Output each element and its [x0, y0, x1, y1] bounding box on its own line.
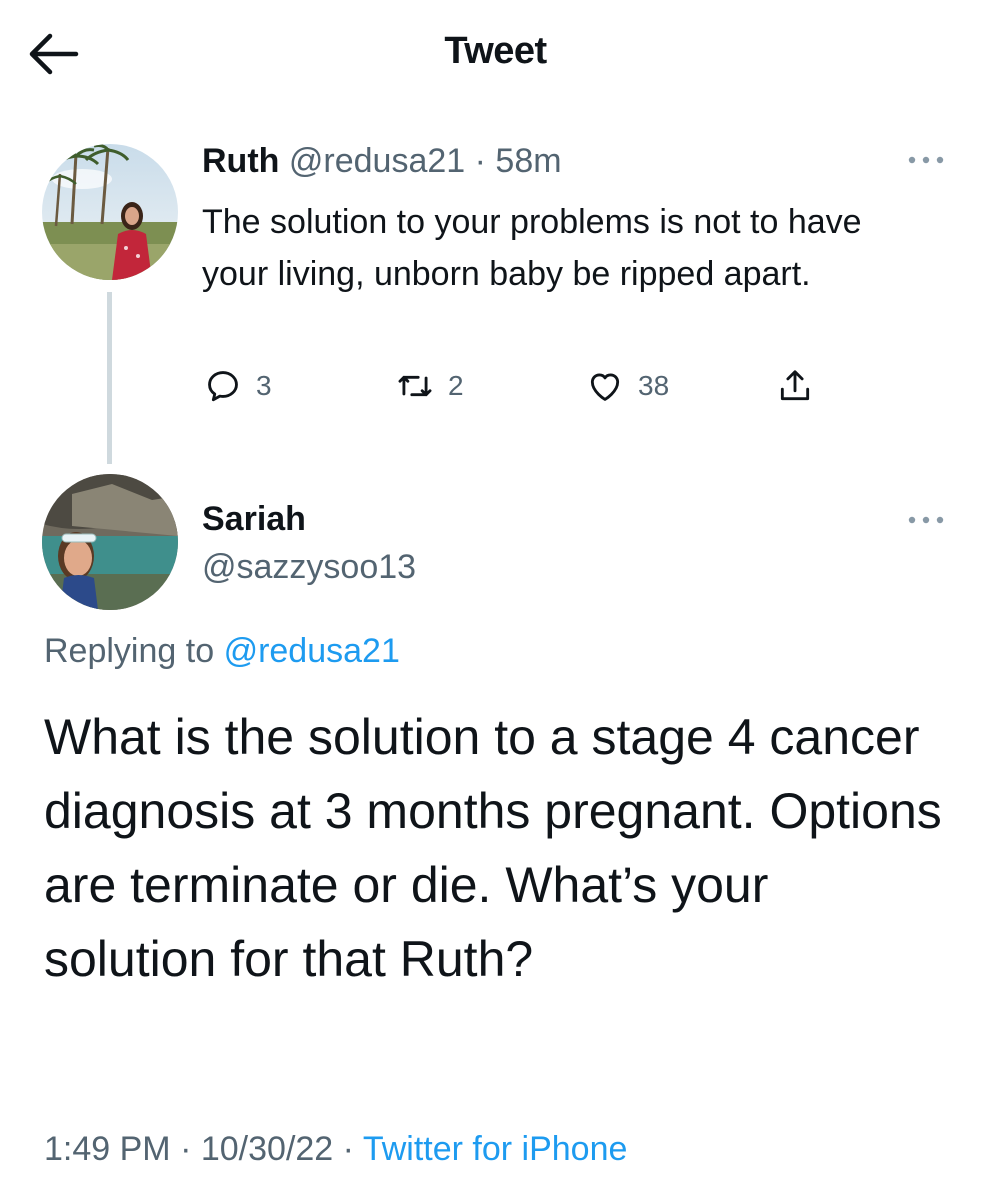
reply-button[interactable]: 3 — [204, 366, 272, 406]
retweet-count: 2 — [448, 370, 464, 401]
tweet-time[interactable]: 58m — [495, 142, 561, 180]
tweet-source-link[interactable]: Twitter for iPhone — [363, 1130, 628, 1168]
avatar-ruth[interactable] — [42, 144, 178, 280]
share-icon — [780, 370, 810, 401]
author-handle[interactable]: @redusa21 — [289, 142, 465, 180]
reply-count: 3 — [256, 370, 272, 401]
more-horizontal-icon — [908, 156, 944, 164]
tweet-metadata: 1:49 PM · 10/30/22 · Twitter for iPhone — [44, 1130, 627, 1169]
tweet-date[interactable]: 10/30/22 — [201, 1130, 333, 1168]
page-title: Tweet — [444, 30, 547, 72]
retweet-icon — [398, 375, 432, 397]
more-options-button[interactable] — [902, 510, 950, 530]
replying-to-label: Replying to — [44, 632, 215, 670]
thread-line — [107, 292, 112, 464]
heart-icon — [590, 373, 620, 401]
separator: · — [474, 142, 486, 180]
more-options-button[interactable] — [902, 150, 950, 170]
replying-to: Replying to @redusa21 — [44, 632, 400, 671]
author-handle[interactable]: @sazzysoo13 — [202, 548, 416, 587]
retweet-button[interactable]: 2 — [396, 366, 464, 406]
share-button[interactable] — [776, 366, 814, 406]
parent-tweet-header: Ruth @redusa21 · 58m — [202, 142, 562, 181]
tweet-time[interactable]: 1:49 PM — [44, 1130, 171, 1168]
author-name[interactable]: Ruth — [202, 142, 279, 180]
author-name[interactable]: Sariah — [202, 500, 306, 539]
like-button[interactable]: 38 — [586, 366, 669, 406]
reply-icon — [208, 371, 238, 402]
like-count: 38 — [638, 370, 670, 401]
tweet-text: What is the solution to a stage 4 cancer… — [44, 709, 942, 987]
parent-tweet-text: The solution to your problems is not to … — [202, 203, 862, 293]
separator: · — [342, 1130, 354, 1168]
separator: · — [180, 1130, 192, 1168]
avatar-sariah[interactable] — [42, 474, 178, 610]
more-horizontal-icon — [908, 516, 944, 524]
replying-to-handle-link[interactable]: @redusa21 — [224, 632, 400, 670]
